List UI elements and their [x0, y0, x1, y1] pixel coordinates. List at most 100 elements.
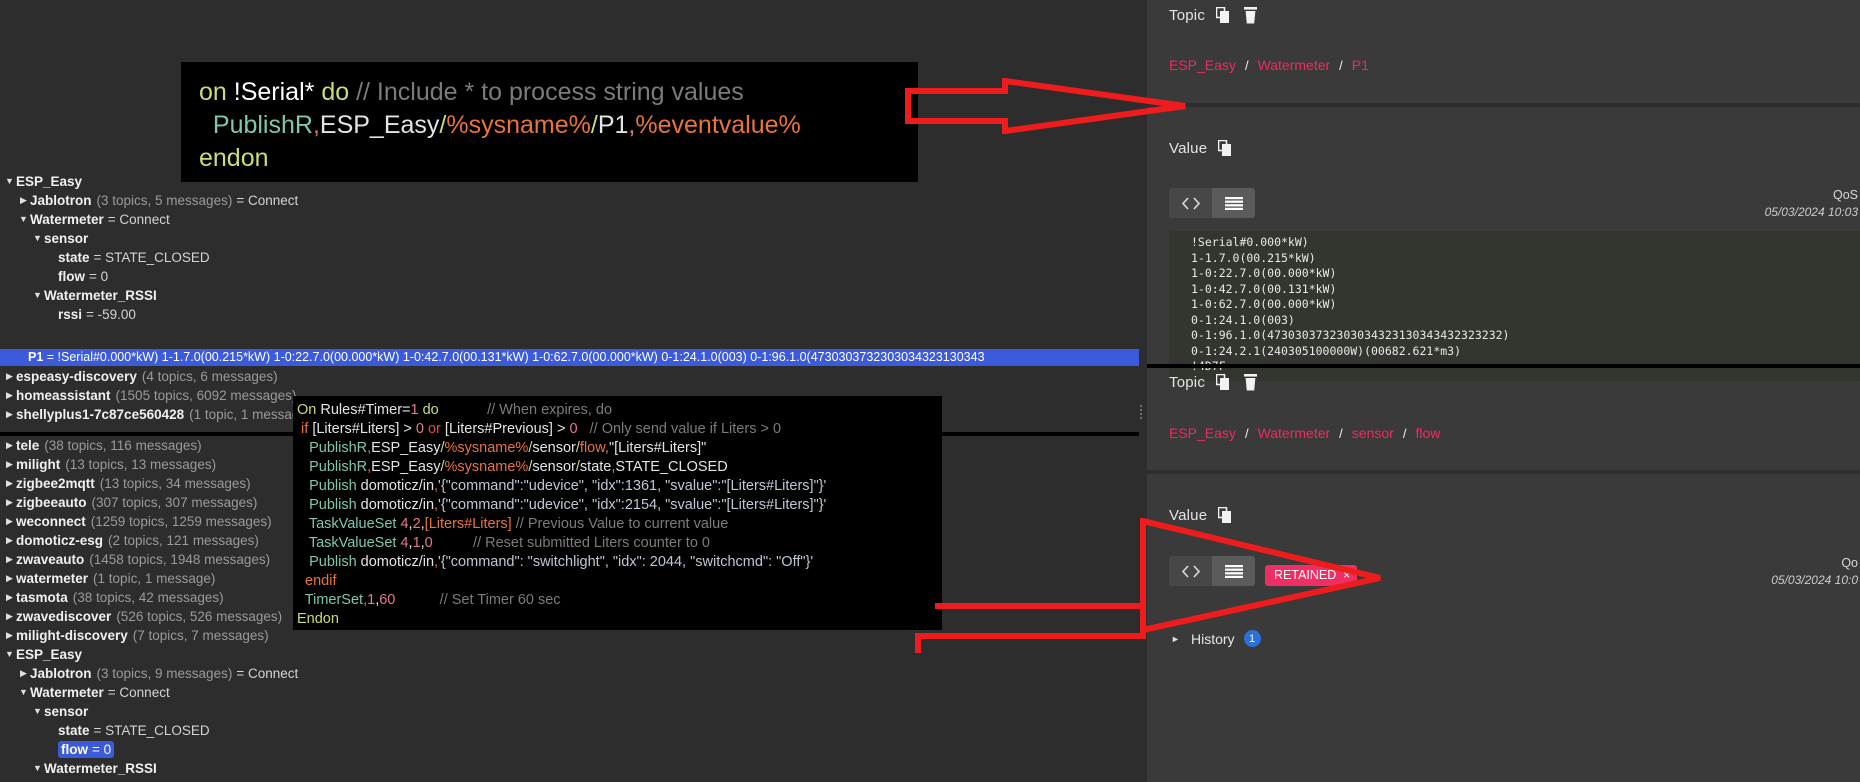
breadcrumb-segment[interactable]: sensor: [1352, 425, 1394, 441]
chevron-right-icon[interactable]: ▶: [17, 664, 30, 683]
tree-row[interactable]: flow = 0: [0, 267, 298, 286]
chevron-down-icon[interactable]: ▼: [17, 210, 30, 229]
code-brackets-icon[interactable]: [1169, 188, 1212, 218]
chevron-right-icon[interactable]: ▶: [3, 569, 16, 588]
tree-row[interactable]: state = STATE_CLOSED: [0, 721, 298, 740]
tree-row[interactable]: ▶ domoticz-esg (2 topics, 121 messages): [0, 531, 298, 550]
chevron-right-icon[interactable]: ▶: [3, 386, 16, 405]
tree-node-name: zigbee2mqtt: [16, 476, 95, 491]
tree-row-content: zwavediscover (526 topics, 526 messages): [16, 607, 282, 626]
tree-node-count: (2 topics, 121 messages): [108, 533, 259, 548]
tree-row[interactable]: ▶ zwaveauto (1458 topics, 1948 messages): [0, 550, 298, 569]
topic-breadcrumb-1[interactable]: ESP_Easy / Watermeter / P1: [1147, 57, 1369, 73]
tree-row[interactable]: ▶ watermeter (1 topic, 1 message): [0, 569, 298, 588]
chevron-down-icon[interactable]: ▼: [3, 172, 16, 191]
history-toggle[interactable]: ► History 1: [1147, 630, 1261, 647]
code-brackets-icon[interactable]: [1169, 556, 1212, 586]
chevron-right-icon[interactable]: ▶: [17, 191, 30, 210]
chevron-down-icon[interactable]: ▼: [31, 229, 44, 248]
tree-row[interactable]: ▶ Jablotron (3 topics, 5 messages) = Connec…: [0, 191, 298, 210]
code-token: 4: [400, 516, 409, 532]
tree-row[interactable]: ▼ Watermeter = Connect: [0, 210, 298, 229]
code-token: state: [579, 459, 612, 475]
tree-node-value: = Connect: [107, 212, 170, 227]
chevron-right-icon[interactable]: ▶: [3, 367, 16, 386]
copy-icon[interactable]: [1216, 6, 1232, 24]
tree-row[interactable]: flow = 0: [0, 740, 298, 759]
code-token: 0: [424, 535, 433, 551]
close-icon[interactable]: ×: [1343, 568, 1350, 582]
tree-row[interactable]: ▼ sensor: [0, 229, 298, 248]
chevron-right-icon[interactable]: ▶: [3, 626, 16, 645]
chevron-down-icon[interactable]: ▼: [17, 683, 30, 702]
tree-row[interactable]: ▼ sensor: [0, 702, 298, 721]
tree-row[interactable]: ▶ tele (38 topics, 116 messages): [0, 436, 298, 455]
chevron-right-icon[interactable]: ▶: [3, 493, 16, 512]
list-lines-icon[interactable]: [1212, 188, 1255, 218]
topic-breadcrumb-2[interactable]: ESP_Easy / Watermeter / sensor / flow: [1147, 425, 1440, 441]
breadcrumb-segment[interactable]: Watermeter: [1258, 425, 1331, 441]
trash-icon[interactable]: [1243, 6, 1258, 24]
chevron-right-icon[interactable]: ▶: [3, 512, 16, 531]
breadcrumb-segment[interactable]: Watermeter: [1258, 57, 1331, 73]
chevron-down-icon[interactable]: ▼: [31, 702, 44, 721]
code-line: Publish domoticz/in,'{"command":"udevice…: [297, 477, 942, 496]
code-line: endon: [199, 142, 918, 175]
tree-row[interactable]: ▶ zwavediscover (526 topics, 526 messages): [0, 607, 298, 626]
tree-row[interactable]: ▼ Watermeter_RSSI: [0, 286, 298, 305]
chevron-right-icon[interactable]: ▶: [3, 550, 16, 569]
chevron-down-icon[interactable]: ▼: [3, 645, 16, 664]
tree-row[interactable]: rssi= -59.00: [0, 778, 298, 782]
code-token: ,: [312, 111, 320, 139]
tree-row[interactable]: ▶ zigbeeauto (307 topics, 307 messages): [0, 493, 298, 512]
code-token: TaskValueSet: [297, 516, 401, 532]
chevron-right-icon[interactable]: ▶: [3, 405, 16, 424]
chevron-right-icon[interactable]: ▶: [3, 474, 16, 493]
code-line: Publish domoticz/in,'{"command":"udevice…: [297, 496, 942, 515]
copy-icon[interactable]: [1218, 506, 1234, 524]
tree-row[interactable]: state = STATE_CLOSED: [0, 248, 298, 267]
value-view-toggle-2[interactable]: [1169, 556, 1255, 586]
copy-icon[interactable]: [1218, 139, 1234, 157]
tree-row[interactable]: ▼ Watermeter_RSSI: [0, 759, 298, 778]
breadcrumb-segment[interactable]: ESP_Easy: [1169, 57, 1236, 73]
tree-row[interactable]: ▶ espeasy-discovery (4 topics, 6 messages): [0, 367, 311, 386]
code-token: TaskValueSet: [297, 535, 401, 551]
tree-row[interactable]: ▶ Jablotron (3 topics, 9 messages) = Connec…: [0, 664, 298, 683]
code-token: %sysname%: [446, 111, 591, 139]
code-token: Rules#Timer=: [320, 402, 411, 418]
code-token: endif: [297, 573, 337, 589]
tree-row[interactable]: ▶ tasmota (38 topics, 42 messages): [0, 588, 298, 607]
chevron-right-icon[interactable]: ▶: [3, 607, 16, 626]
tree-row-p1-selected[interactable]: P1 = !Serial#0.000*kW) 1-1.7.0(00.215*kW…: [0, 349, 1147, 366]
tree-row[interactable]: ▶ milight (13 topics, 13 messages): [0, 455, 298, 474]
copy-icon[interactable]: [1216, 373, 1232, 391]
chevron-down-icon[interactable]: ▼: [31, 286, 44, 305]
tree-row-content: zwaveauto (1458 topics, 1948 messages): [16, 550, 270, 569]
breadcrumb-segment[interactable]: P1: [1352, 57, 1369, 73]
tree-row[interactable]: ▶ homeassistant (1505 topics, 6092 message…: [0, 386, 311, 405]
tree-row[interactable]: ▶ weconnect (1259 topics, 1259 messages): [0, 512, 298, 531]
tree-row[interactable]: ▶ milight-discovery (7 topics, 7 messages): [0, 626, 298, 645]
chevron-right-icon[interactable]: ▶: [3, 455, 16, 474]
trash-icon[interactable]: [1243, 373, 1258, 391]
tree-row[interactable]: ▼ Watermeter = Connect: [0, 683, 298, 702]
tree-row[interactable]: ▶ shellyplus1-7c87ce560428 (1 topic, 1 mes…: [0, 405, 311, 424]
chevron-down-icon[interactable]: ▼: [31, 759, 44, 778]
tree-row[interactable]: ▼ ESP_Easy: [0, 645, 298, 664]
value-payload-1[interactable]: !Serial#0.000*kW) 1-1.7.0(00.215*kW) 1-0…: [1169, 231, 1860, 381]
value-view-toggle-1[interactable]: [1169, 188, 1255, 218]
chevron-right-icon[interactable]: ▶: [3, 436, 16, 455]
list-lines-icon[interactable]: [1212, 556, 1255, 586]
breadcrumb-segment[interactable]: ESP_Easy: [1169, 425, 1236, 441]
tree-row[interactable]: rssi= -59.00: [0, 305, 298, 324]
tree-node-name: espeasy-discovery: [16, 369, 137, 384]
pane-resize-grip[interactable]: [1140, 405, 1142, 419]
retained-badge[interactable]: RETAINED ×: [1265, 565, 1358, 586]
tree-row[interactable]: ▶ zigbee2mqtt (13 topics, 34 messages): [0, 474, 298, 493]
chevron-right-icon[interactable]: ▶: [3, 531, 16, 550]
chevron-right-icon[interactable]: ▶: [3, 588, 16, 607]
code-token: // Include * to process string values: [356, 78, 744, 106]
code-token: // When expires, do: [487, 402, 613, 418]
breadcrumb-segment[interactable]: flow: [1415, 425, 1440, 441]
